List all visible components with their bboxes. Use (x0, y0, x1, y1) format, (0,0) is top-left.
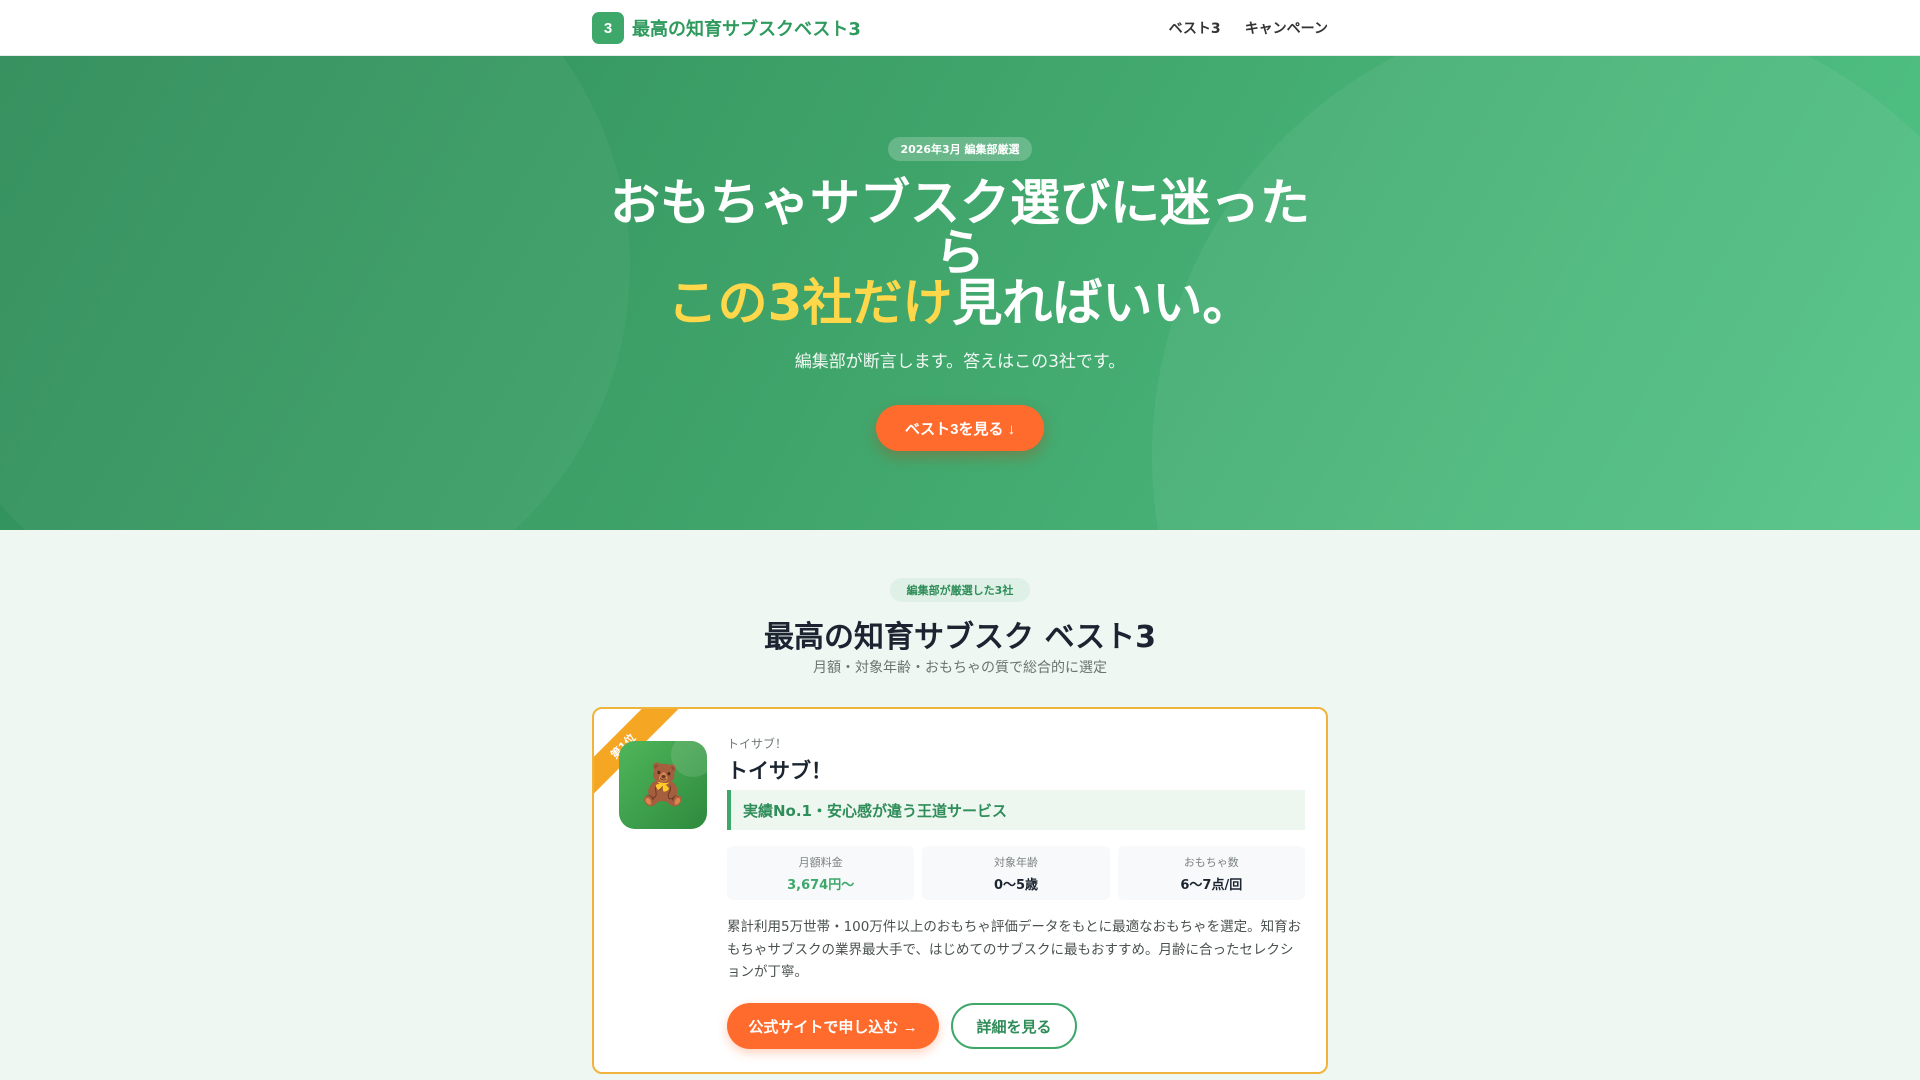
service-logo: 🧸 (619, 741, 707, 829)
hero-title: おもちゃサブスク選びに迷ったら この3社だけ見ればいい。 (610, 178, 1310, 328)
hero-title-highlight: この3社だけ (667, 274, 953, 332)
main-nav: ベスト3 キャンペーン (1169, 18, 1328, 38)
stat-monthly-price: 月額料金 3,674円〜 (727, 846, 915, 900)
hero-title-line1: おもちゃサブスク選びに迷ったら (610, 174, 1310, 282)
stat-value: 6〜7点/回 (1180, 877, 1243, 893)
hero-cta-button[interactable]: ベスト3を見る ↓ (876, 405, 1044, 451)
teddy-bear-icon: 🧸 (638, 762, 688, 808)
service-stats: 月額料金 3,674円〜 対象年齢 0〜5歳 おもちゃ数 6〜7点/回 (727, 846, 1305, 900)
brand-logo-badge: 3 (592, 12, 624, 44)
stat-label: おもちゃ数 (1183, 855, 1239, 869)
site-header: 3 最高の知育サブスクベスト3 ベスト3 キャンペーン (0, 0, 1920, 56)
stat-label: 対象年齢 (993, 855, 1038, 869)
stat-toy-count: おもちゃ数 6〜7点/回 (1117, 846, 1305, 900)
service-description: 累計利用5万世帯・100万件以上のおもちゃ評価データをもとに最適なおもちゃを選定… (727, 919, 1302, 980)
service-name: トイサブ！ (727, 759, 832, 783)
hero-subtitle: 編集部が断言します。答えはこの3社です。 (794, 352, 1126, 372)
site-name: 最高の知育サブスクベスト3 (632, 19, 861, 40)
service-tagline: 実績No.1・安心感が違う王道サービス (727, 790, 1305, 830)
stat-label: 月額料金 (798, 855, 843, 869)
hero-section: 2026年3月 編集部厳選 おもちゃサブスク選びに迷ったら この3社だけ見ればい… (0, 56, 1920, 530)
nav-link-campaign[interactable]: キャンペーン (1245, 18, 1328, 38)
view-details-button[interactable]: 詳細を見る (951, 1003, 1077, 1049)
hero-decoration-circle-left (0, 56, 630, 530)
stat-value: 0〜5歳 (993, 877, 1039, 893)
ranking-section-subtitle: 月額・対象年齢・おもちゃの質で総合的に選定 (813, 660, 1107, 676)
stat-target-age: 対象年齢 0〜5歳 (922, 846, 1110, 900)
apply-official-site-button[interactable]: 公式サイトで申し込む → (727, 1003, 939, 1049)
hero-date-badge: 2026年3月 編集部厳選 (888, 137, 1032, 161)
hero-title-rest: 見ればいい。 (952, 274, 1253, 332)
header-inner: 3 最高の知育サブスクベスト3 ベスト3 キャンペーン (592, 0, 1328, 56)
ranking-section-pill: 編集部が厳選した3社 (890, 578, 1030, 602)
ranking-section-title: 最高の知育サブスク ベスト3 (764, 620, 1156, 655)
service-brand: トイサブ！ (727, 737, 788, 751)
stat-value: 3,674円〜 (787, 877, 855, 893)
nav-link-best3[interactable]: ベスト3 (1169, 18, 1221, 38)
site-brand[interactable]: 3 最高の知育サブスクベスト3 (592, 12, 861, 44)
ranking-card-1: 第1位 🧸 トイサブ！ トイサブ！ 実績No.1・安心感が違う王道サービス 月額… (592, 707, 1328, 1074)
